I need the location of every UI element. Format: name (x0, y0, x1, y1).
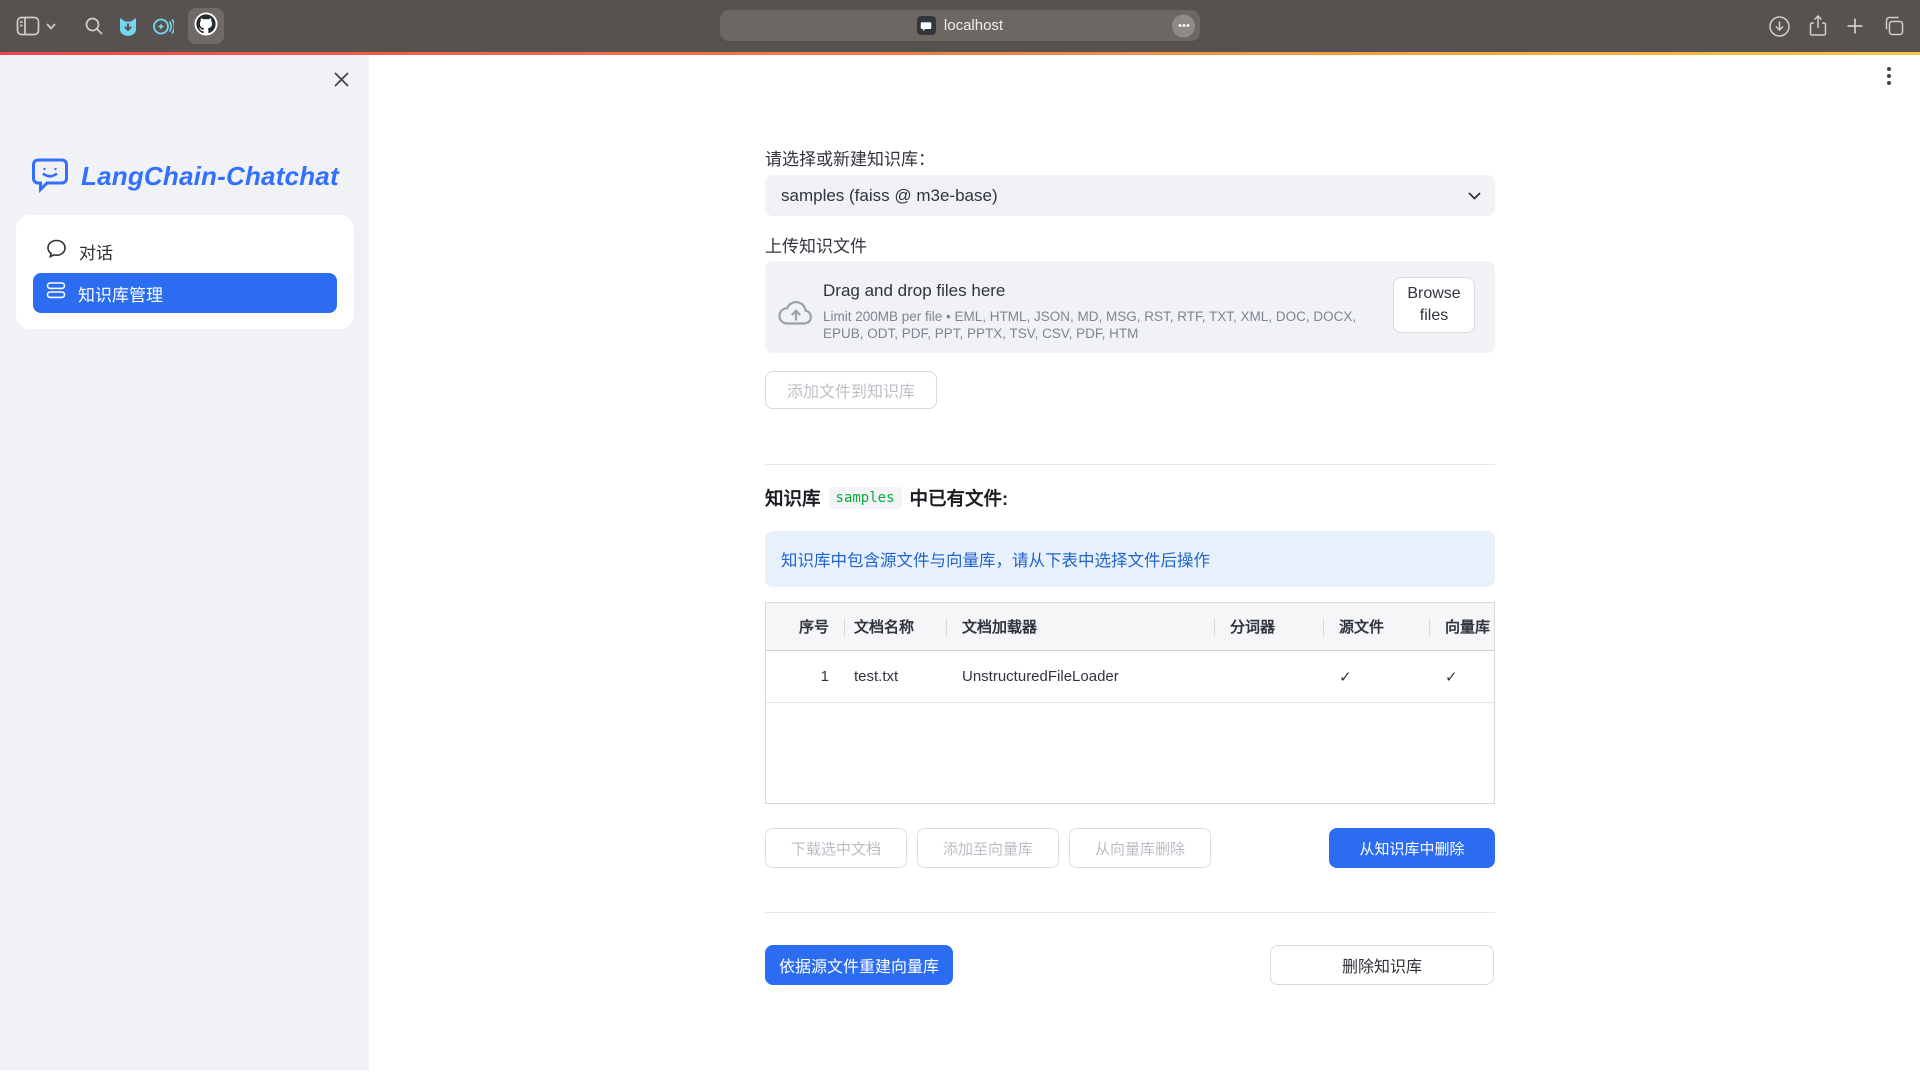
col-header-splitter: 分词器 (1214, 603, 1323, 650)
table-header-row: 序号 文档名称 文档加载器 分词器 源文件 向量库 (766, 603, 1494, 651)
search-icon[interactable] (84, 16, 104, 36)
cell-name: test.txt (844, 651, 946, 702)
focus-ring-icon[interactable] (152, 16, 174, 37)
col-header-source: 源文件 (1323, 603, 1429, 650)
sidebar-toggle-icon (16, 16, 40, 36)
close-icon (334, 72, 349, 90)
add-to-vectorstore-button[interactable]: 添加至向量库 (917, 828, 1059, 868)
col-header-vector: 向量库 (1429, 603, 1494, 650)
site-favicon (917, 16, 936, 35)
files-heading-suffix: 中已有文件: (910, 485, 1009, 511)
cell-source-check: ✓ (1323, 651, 1429, 702)
col-header-loader: 文档加载器 (946, 603, 1214, 650)
dropzone-texts: Drag and drop files here Limit 200MB per… (823, 281, 1388, 342)
chevron-down-icon (1468, 187, 1481, 205)
knowledge-base-icon (46, 281, 66, 305)
table-row[interactable]: 1 test.txt UnstructuredFileLoader ✓ ✓ (766, 651, 1494, 703)
kb-footer-buttons: 依据源文件重建向量库 删除知识库 (765, 945, 1495, 985)
divider (765, 464, 1495, 465)
url-text: localhost (944, 17, 1003, 34)
more-options-icon[interactable] (1172, 14, 1195, 37)
sidebar-item-dialogue[interactable]: 对话 (33, 231, 337, 271)
cell-vector-check: ✓ (1429, 651, 1494, 702)
kb-select-label: 请选择或新建知识库： (765, 145, 1495, 170)
info-text: 知识库中包含源文件与向量库，请从下表中选择文件后操作 (781, 547, 1210, 571)
delete-from-vectorstore-button[interactable]: 从向量库删除 (1069, 828, 1211, 868)
app-logo: LangChain-Chatchat (30, 154, 339, 199)
sidebar-item-label: 知识库管理 (78, 281, 163, 306)
github-tab-button[interactable] (188, 8, 224, 44)
browser-toolbar: localhost (0, 0, 1920, 52)
file-dropzone[interactable]: Drag and drop files here Limit 200MB per… (765, 261, 1495, 353)
share-icon[interactable] (1809, 15, 1827, 37)
main-menu-button[interactable] (1878, 63, 1900, 89)
files-table[interactable]: 序号 文档名称 文档加载器 分词器 源文件 向量库 1 test.txt Uns… (765, 602, 1495, 804)
dropzone-title: Drag and drop files here (823, 281, 1388, 301)
chevron-down-icon (46, 23, 56, 30)
col-header-index: 序号 (766, 603, 844, 650)
info-banner: 知识库中包含源文件与向量库，请从下表中选择文件后操作 (765, 531, 1495, 587)
app-page: LangChain-Chatchat 对话 (0, 55, 1920, 1080)
address-bar[interactable]: localhost (720, 10, 1200, 41)
kb-select[interactable]: samples (faiss @ m3e-base) (765, 175, 1495, 216)
kb-name-code: samples (829, 487, 902, 509)
github-icon (194, 12, 218, 41)
chat-bubble-icon (46, 238, 67, 264)
rebuild-vectorstore-button[interactable]: 依据源文件重建向量库 (765, 945, 953, 985)
downloads-shield-icon[interactable] (118, 16, 138, 37)
main-content: 请选择或新建知识库： samples (faiss @ m3e-base) 上传… (765, 55, 1495, 1080)
sidebar-item-kb-management[interactable]: 知识库管理 (33, 273, 337, 313)
sidebar-nav: 对话 知识库管理 (16, 215, 354, 329)
col-header-name: 文档名称 (844, 603, 946, 650)
tab-overview-icon[interactable] (1883, 16, 1904, 36)
download-circle-icon[interactable] (1769, 16, 1790, 37)
upload-label: 上传知识文件 (765, 232, 1495, 257)
add-file-to-kb-button[interactable]: 添加文件到知识库 (765, 371, 937, 409)
cloud-upload-icon (777, 298, 815, 333)
sidebar: LangChain-Chatchat 对话 (0, 55, 369, 1070)
download-selected-button[interactable]: 下载选中文档 (765, 828, 907, 868)
browse-files-button[interactable]: Browse files (1393, 277, 1475, 333)
chatchat-logo-icon (30, 154, 70, 199)
kb-select-value: samples (faiss @ m3e-base) (781, 186, 1468, 206)
sidebar-toggle-button[interactable] (16, 16, 56, 36)
dropzone-hint: Limit 200MB per file • EML, HTML, JSON, … (823, 308, 1388, 342)
sidebar-item-label: 对话 (79, 239, 113, 264)
cell-loader: UnstructuredFileLoader (946, 651, 1214, 702)
divider (765, 912, 1495, 913)
delete-kb-button[interactable]: 删除知识库 (1270, 945, 1494, 985)
sidebar-close-button[interactable] (327, 67, 355, 95)
logo-text: LangChain-Chatchat (81, 161, 339, 192)
new-tab-icon[interactable] (1846, 17, 1864, 35)
file-action-buttons: 下载选中文档 添加至向量库 从向量库删除 从知识库中删除 (765, 828, 1495, 868)
screen: localhost (0, 0, 1920, 1080)
files-heading: 知识库 samples 中已有文件: (765, 485, 1495, 511)
cell-index: 1 (766, 651, 844, 702)
cell-splitter (1214, 651, 1323, 702)
files-heading-prefix: 知识库 (765, 485, 821, 511)
delete-from-kb-button[interactable]: 从知识库中删除 (1329, 828, 1495, 868)
